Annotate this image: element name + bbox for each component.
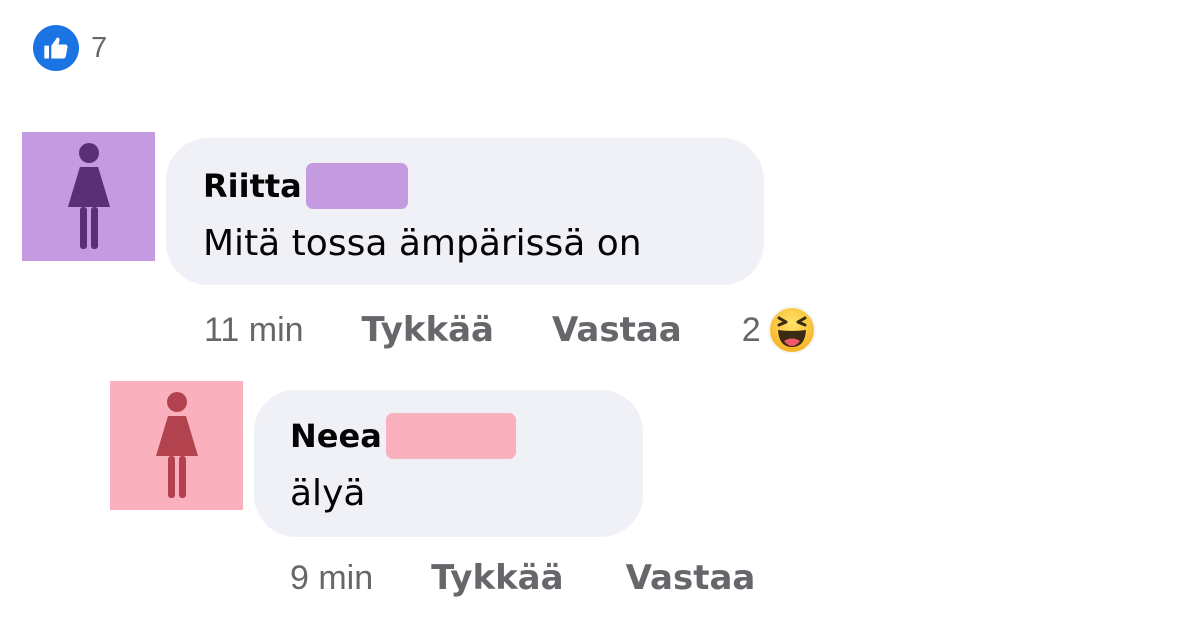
comment-time[interactable]: 11 min (204, 311, 304, 350)
reaction-count: 2 (741, 310, 761, 349)
comment-text: älyä (290, 473, 366, 514)
comment-author[interactable]: Riitta (203, 166, 302, 206)
comment-author[interactable]: Neea (290, 416, 382, 456)
comment-reactions[interactable]: 2 (742, 305, 817, 355)
redaction-block (385, 413, 516, 459)
comment-bubble: Neea älyä (254, 390, 643, 537)
like-button[interactable]: Tykkää (362, 310, 494, 350)
person-female-icon (155, 391, 198, 498)
reaction-summary[interactable]: 7 (33, 25, 107, 71)
person-female-icon (67, 142, 110, 249)
comment-header: Neea (290, 413, 643, 459)
avatar[interactable] (110, 381, 243, 510)
avatar[interactable] (22, 132, 155, 261)
reaction-count: 7 (91, 31, 108, 64)
comment-actions: 9 min Tykkää Vastaa (290, 558, 755, 598)
comment-text: Mitä tossa ämpärissä on (203, 223, 642, 264)
like-icon (33, 25, 79, 71)
comment-bubble: Riitta Mitä tossa ämpärissä on (166, 138, 764, 285)
reply-button[interactable]: Vastaa (626, 558, 756, 598)
comment-actions: 11 min Tykkää Vastaa 2 (204, 305, 817, 355)
redaction-block (305, 163, 408, 209)
comment-time[interactable]: 9 min (290, 559, 373, 598)
haha-icon (767, 306, 816, 354)
reply-button[interactable]: Vastaa (552, 310, 682, 350)
comment-header: Riitta (203, 163, 764, 209)
like-button[interactable]: Tykkää (431, 558, 563, 598)
